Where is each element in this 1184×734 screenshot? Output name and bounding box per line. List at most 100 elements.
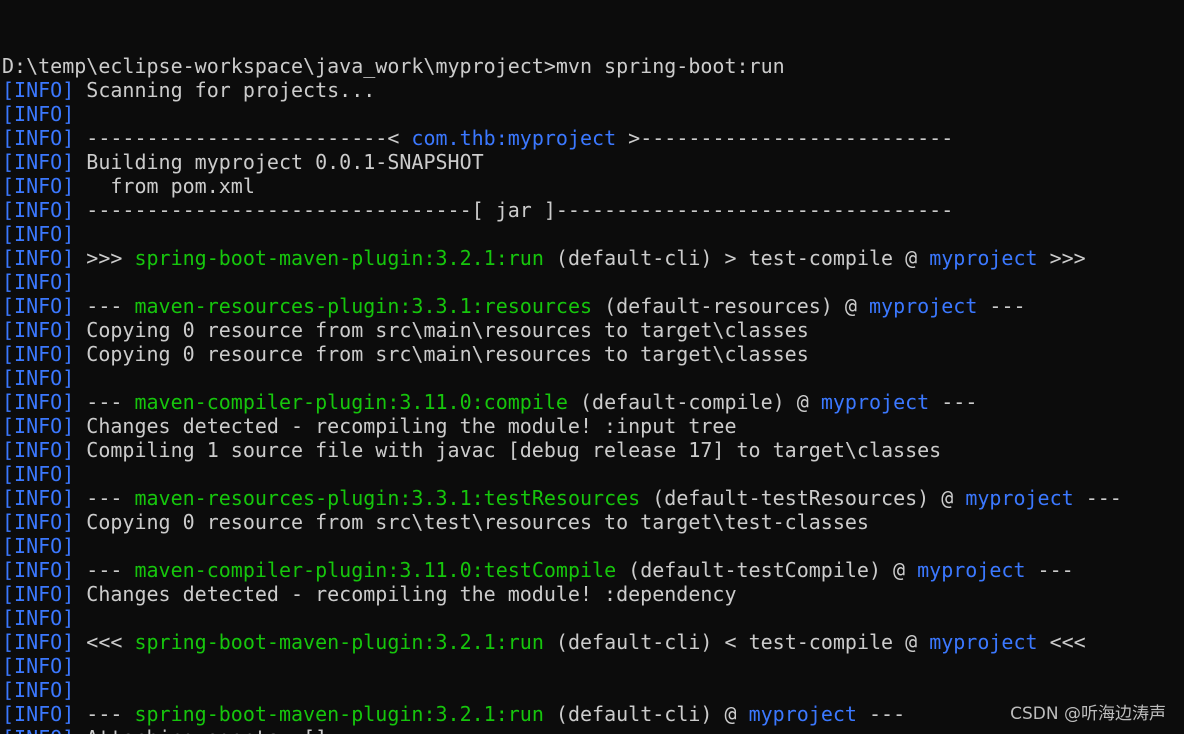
terminal-line: [INFO] — [2, 222, 1184, 246]
log-text: --- — [74, 294, 135, 318]
info-tag: [INFO] — [2, 630, 75, 654]
terminal-line: [INFO] Copying 0 resource from src\main\… — [2, 318, 1184, 342]
info-tag: [INFO] — [2, 78, 75, 102]
log-text: --- — [1025, 558, 1074, 582]
terminal-line: [INFO] — [2, 534, 1184, 558]
log-text: --- — [929, 390, 978, 414]
info-tag: [INFO] — [2, 270, 75, 294]
terminal-output: D:\temp\eclipse-workspace\java_work\mypr… — [2, 54, 1184, 734]
info-tag: [INFO] — [2, 534, 75, 558]
terminal-line: [INFO] --- maven-resources-plugin:3.3.1:… — [2, 294, 1184, 318]
log-text: (default-testCompile) @ — [616, 558, 918, 582]
log-text: maven-compiler-plugin:3.11.0:testCompile — [134, 558, 617, 582]
info-tag: [INFO] — [2, 246, 75, 270]
terminal-line: [INFO] -------------------------< com.th… — [2, 126, 1184, 150]
terminal-line: [INFO] Attaching agents: [] — [2, 726, 1184, 734]
log-text: --- — [74, 486, 135, 510]
terminal-line: [INFO] Building myproject 0.0.1-SNAPSHOT — [2, 150, 1184, 174]
log-text: --- — [856, 702, 906, 726]
terminal-line: [INFO] --------------------------------[… — [2, 198, 1184, 222]
info-tag: [INFO] — [2, 342, 75, 366]
terminal-line: D:\temp\eclipse-workspace\java_work\mypr… — [2, 54, 1184, 78]
info-tag: [INFO] — [2, 606, 75, 630]
log-text: (default-resources) @ — [592, 294, 869, 318]
info-tag: [INFO] — [2, 366, 75, 390]
log-text: Copying 0 resource from src\test\resourc… — [74, 510, 869, 534]
csdn-watermark: CSDN @听海边涛声 — [1010, 704, 1166, 724]
log-text: (default-cli) @ — [543, 702, 749, 726]
info-tag: [INFO] — [2, 150, 75, 174]
info-tag: [INFO] — [2, 126, 75, 150]
terminal-line: [INFO] — [2, 270, 1184, 294]
info-tag: [INFO] — [2, 198, 75, 222]
log-text: myproject — [929, 630, 1038, 654]
info-tag: [INFO] — [2, 678, 75, 702]
info-tag: [INFO] — [2, 510, 75, 534]
log-text: Changes detected - recompiling the modul… — [74, 414, 737, 438]
info-tag: [INFO] — [2, 390, 75, 414]
info-tag: [INFO] — [2, 582, 75, 606]
terminal-line: [INFO] Changes detected - recompiling th… — [2, 582, 1184, 606]
terminal-line: [INFO] --- spring-boot-maven-plugin:3.2.… — [2, 702, 1184, 726]
terminal-line: [INFO] from pom.xml — [2, 174, 1184, 198]
log-text: Scanning for projects... — [74, 78, 376, 102]
terminal-line: [INFO] --- maven-resources-plugin:3.3.1:… — [2, 486, 1184, 510]
log-text: >>> — [74, 246, 135, 270]
terminal-line: [INFO] Changes detected - recompiling th… — [2, 414, 1184, 438]
log-text: <<< — [1037, 630, 1086, 654]
log-text: --------------------------------[ jar ]-… — [74, 198, 954, 222]
log-text: myproject — [929, 246, 1038, 270]
terminal-window[interactable]: D:\temp\eclipse-workspace\java_work\mypr… — [0, 0, 1184, 734]
log-text: maven-resources-plugin:3.3.1:testResourc… — [134, 486, 641, 510]
log-text: --- — [74, 702, 135, 726]
log-text: spring-boot-maven-plugin:3.2.1:run — [134, 246, 544, 270]
info-tag: [INFO] — [2, 702, 75, 726]
log-text: from pom.xml — [74, 174, 255, 198]
log-text: myproject — [917, 558, 1026, 582]
terminal-line: [INFO] --- maven-compiler-plugin:3.11.0:… — [2, 390, 1184, 414]
log-text: maven-compiler-plugin:3.11.0:compile — [134, 390, 568, 414]
terminal-line: [INFO] --- maven-compiler-plugin:3.11.0:… — [2, 558, 1184, 582]
info-tag: [INFO] — [2, 222, 75, 246]
log-text: D:\temp\eclipse-workspace\java_work\mypr… — [2, 54, 785, 78]
log-text: Copying 0 resource from src\main\resourc… — [74, 342, 809, 366]
info-tag: [INFO] — [2, 654, 75, 678]
log-text: Attaching agents: [] — [74, 726, 327, 734]
info-tag: [INFO] — [2, 486, 75, 510]
log-text: (default-compile) @ — [567, 390, 821, 414]
log-text: --- — [1073, 486, 1122, 510]
info-tag: [INFO] — [2, 462, 75, 486]
log-text: >>> — [1037, 246, 1086, 270]
terminal-line: [INFO] — [2, 462, 1184, 486]
log-text: spring-boot-maven-plugin:3.2.1:run — [134, 702, 544, 726]
log-text: >-------------------------- — [616, 126, 954, 150]
info-tag: [INFO] — [2, 174, 75, 198]
info-tag: [INFO] — [2, 558, 75, 582]
log-text: -------------------------< — [74, 126, 412, 150]
log-text: maven-resources-plugin:3.3.1:resources — [134, 294, 593, 318]
log-text: (default-cli) < test-compile @ — [543, 630, 930, 654]
terminal-line: [INFO] Compiling 1 source file with java… — [2, 438, 1184, 462]
info-tag: [INFO] — [2, 726, 74, 734]
log-text: myproject — [748, 702, 857, 726]
log-text: --- — [74, 390, 135, 414]
log-text: com.thb:myproject — [411, 126, 617, 150]
log-text: Changes detected - recompiling the modul… — [74, 582, 737, 606]
terminal-line: [INFO] — [2, 366, 1184, 390]
terminal-line: [INFO] >>> spring-boot-maven-plugin:3.2.… — [2, 246, 1184, 270]
log-text: --- — [977, 294, 1026, 318]
log-text: (default-cli) > test-compile @ — [543, 246, 930, 270]
terminal-line: [INFO] Copying 0 resource from src\test\… — [2, 510, 1184, 534]
terminal-line: [INFO] Scanning for projects... — [2, 78, 1184, 102]
info-tag: [INFO] — [2, 102, 75, 126]
terminal-line: [INFO] — [2, 678, 1184, 702]
terminal-line: [INFO] — [2, 654, 1184, 678]
log-text: Building myproject 0.0.1-SNAPSHOT — [74, 150, 484, 174]
info-tag: [INFO] — [2, 294, 75, 318]
log-text: Copying 0 resource from src\main\resourc… — [74, 318, 809, 342]
log-text: myproject — [868, 294, 978, 318]
log-text: Compiling 1 source file with javac [debu… — [74, 438, 942, 462]
log-text: myproject — [965, 486, 1074, 510]
terminal-line: [INFO] Copying 0 resource from src\main\… — [2, 342, 1184, 366]
log-text: (default-testResources) @ — [640, 486, 966, 510]
